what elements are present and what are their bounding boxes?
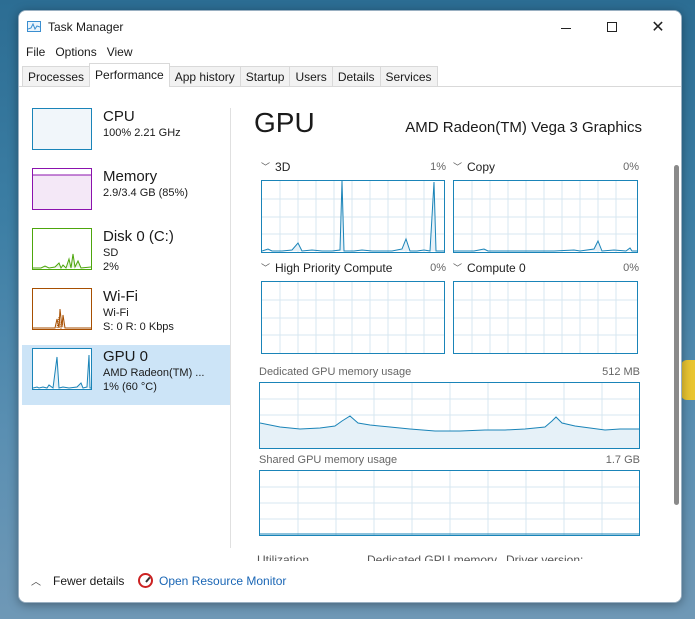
engine-percent: 0% [623,262,639,274]
engine-copy-selector[interactable]: ﹀ Copy [453,160,495,174]
engine-compute0-selector[interactable]: ﹀ Compute 0 [453,261,526,275]
chevron-down-icon: ﹀ [261,162,271,172]
engine-copy-graph [453,180,638,253]
resource-memory[interactable]: Memory 2.9/3.4 GB (85%) [22,165,231,225]
engine-3d-graph [261,180,445,253]
memory-thumbnail-graph [32,168,92,210]
resource-name: Memory [103,168,158,185]
task-manager-window: Task Manager ✕ File Options View Process… [18,10,682,603]
resource-gpu[interactable]: GPU 0 AMD Radeon(TM) ... 1% (60 °C) [22,345,231,405]
resource-name: CPU [103,108,135,125]
page-title: GPU [254,107,315,138]
close-icon: ✕ [651,19,665,36]
footer-bar: ︿ Fewer details Open Resource Monitor [19,565,681,602]
fewer-details-button[interactable]: ︿ Fewer details [31,573,125,589]
resource-monitor-icon [138,573,153,588]
resource-detail-2: 2% [103,261,119,273]
performance-content: CPU 100% 2.21 GHz Memory 2.9/3.4 GB (85%… [19,87,681,561]
tab-services[interactable]: Services [379,66,438,86]
menu-view[interactable]: View [106,43,140,63]
dedicated-memory-label: Dedicated GPU memory usage [259,366,412,378]
engine-label: Copy [467,160,496,174]
resource-name: GPU 0 [103,348,149,365]
resource-detail-2: 1% (60 °C) [103,381,157,393]
shared-memory-graph [259,470,640,536]
shared-memory-value: 1.7 GB [605,454,640,466]
engine-label: Compute 0 [467,261,526,275]
gpu-detail-panel: GPU AMD Radeon(TM) Vega 3 Graphics ﹀ 3D 1… [231,87,671,561]
maximize-button[interactable] [589,11,635,43]
menu-options[interactable]: Options [54,43,103,63]
tab-performance[interactable]: Performance [89,63,170,87]
resource-cpu[interactable]: CPU 100% 2.21 GHz [22,105,231,165]
stat-dedicated-memory-label: Dedicated GPU memory [367,553,498,561]
engine-compute0-graph [453,281,638,354]
engine-percent: 0% [623,161,639,173]
resource-detail-2: S: 0 R: 0 Kbps [103,321,174,333]
tab-bar: Processes Performance App history Startu… [19,63,681,87]
stat-driver-version-label: Driver version: [506,553,584,561]
resource-detail: Wi-Fi [103,307,129,319]
engine-percent: 0% [430,262,446,274]
engine-high-priority-compute-selector[interactable]: ﹀ High Priority Compute [261,261,392,275]
resource-name: Wi-Fi [103,288,138,305]
tab-startup[interactable]: Startup [239,66,291,86]
resource-list: CPU 100% 2.21 GHz Memory 2.9/3.4 GB (85%… [22,105,231,405]
engine-3d-selector[interactable]: ﹀ 3D [261,160,290,174]
gpu-thumbnail-graph [32,348,92,390]
close-button[interactable]: ✕ [635,11,681,43]
title-bar: Task Manager ✕ [19,11,681,43]
open-resource-monitor-label: Open Resource Monitor [159,573,287,588]
tab-processes[interactable]: Processes [22,66,91,86]
task-manager-icon [27,21,41,32]
vertical-scrollbar[interactable] [674,165,679,505]
dedicated-memory-graph [259,382,640,449]
chevron-down-icon: ﹀ [453,263,463,273]
tab-users[interactable]: Users [289,66,333,86]
resource-detail: AMD Radeon(TM) ... [103,367,205,379]
resource-detail: 2.9/3.4 GB (85%) [103,187,188,199]
gpu-model-name: AMD Radeon(TM) Vega 3 Graphics [405,119,642,136]
disk-thumbnail-graph [32,228,92,270]
shared-memory-label: Shared GPU memory usage [259,454,398,466]
resource-detail: SD [103,247,119,259]
tab-details[interactable]: Details [331,66,381,86]
dedicated-memory-value: 512 MB [602,366,640,378]
resource-detail: 100% 2.21 GHz [103,127,181,139]
resource-name: Disk 0 (C:) [103,228,174,245]
minimize-button[interactable] [543,11,589,43]
chevron-down-icon: ﹀ [261,263,271,273]
window-title: Task Manager [48,20,124,34]
engine-high-priority-compute-graph [261,281,445,354]
resource-wifi[interactable]: Wi-Fi Wi-Fi S: 0 R: 0 Kbps [22,285,231,345]
background-decoration [681,360,695,400]
chevron-down-icon: ﹀ [453,162,463,172]
engine-percent: 1% [430,161,446,173]
cpu-thumbnail-graph [32,108,92,150]
menu-file[interactable]: File [25,43,52,63]
engine-label: 3D [275,160,291,174]
resource-disk[interactable]: Disk 0 (C:) SD 2% [22,225,231,285]
fewer-details-label: Fewer details [53,573,125,588]
chevron-up-icon: ︿ [31,577,41,588]
open-resource-monitor-link[interactable]: Open Resource Monitor [138,573,286,588]
wifi-thumbnail-graph [32,288,92,330]
tab-app-history[interactable]: App history [168,66,241,86]
engine-label: High Priority Compute [275,261,393,275]
menu-bar: File Options View [19,43,681,63]
stat-utilization-label: Utilization [257,553,310,561]
minimize-icon [561,27,571,29]
maximize-icon [607,22,617,32]
